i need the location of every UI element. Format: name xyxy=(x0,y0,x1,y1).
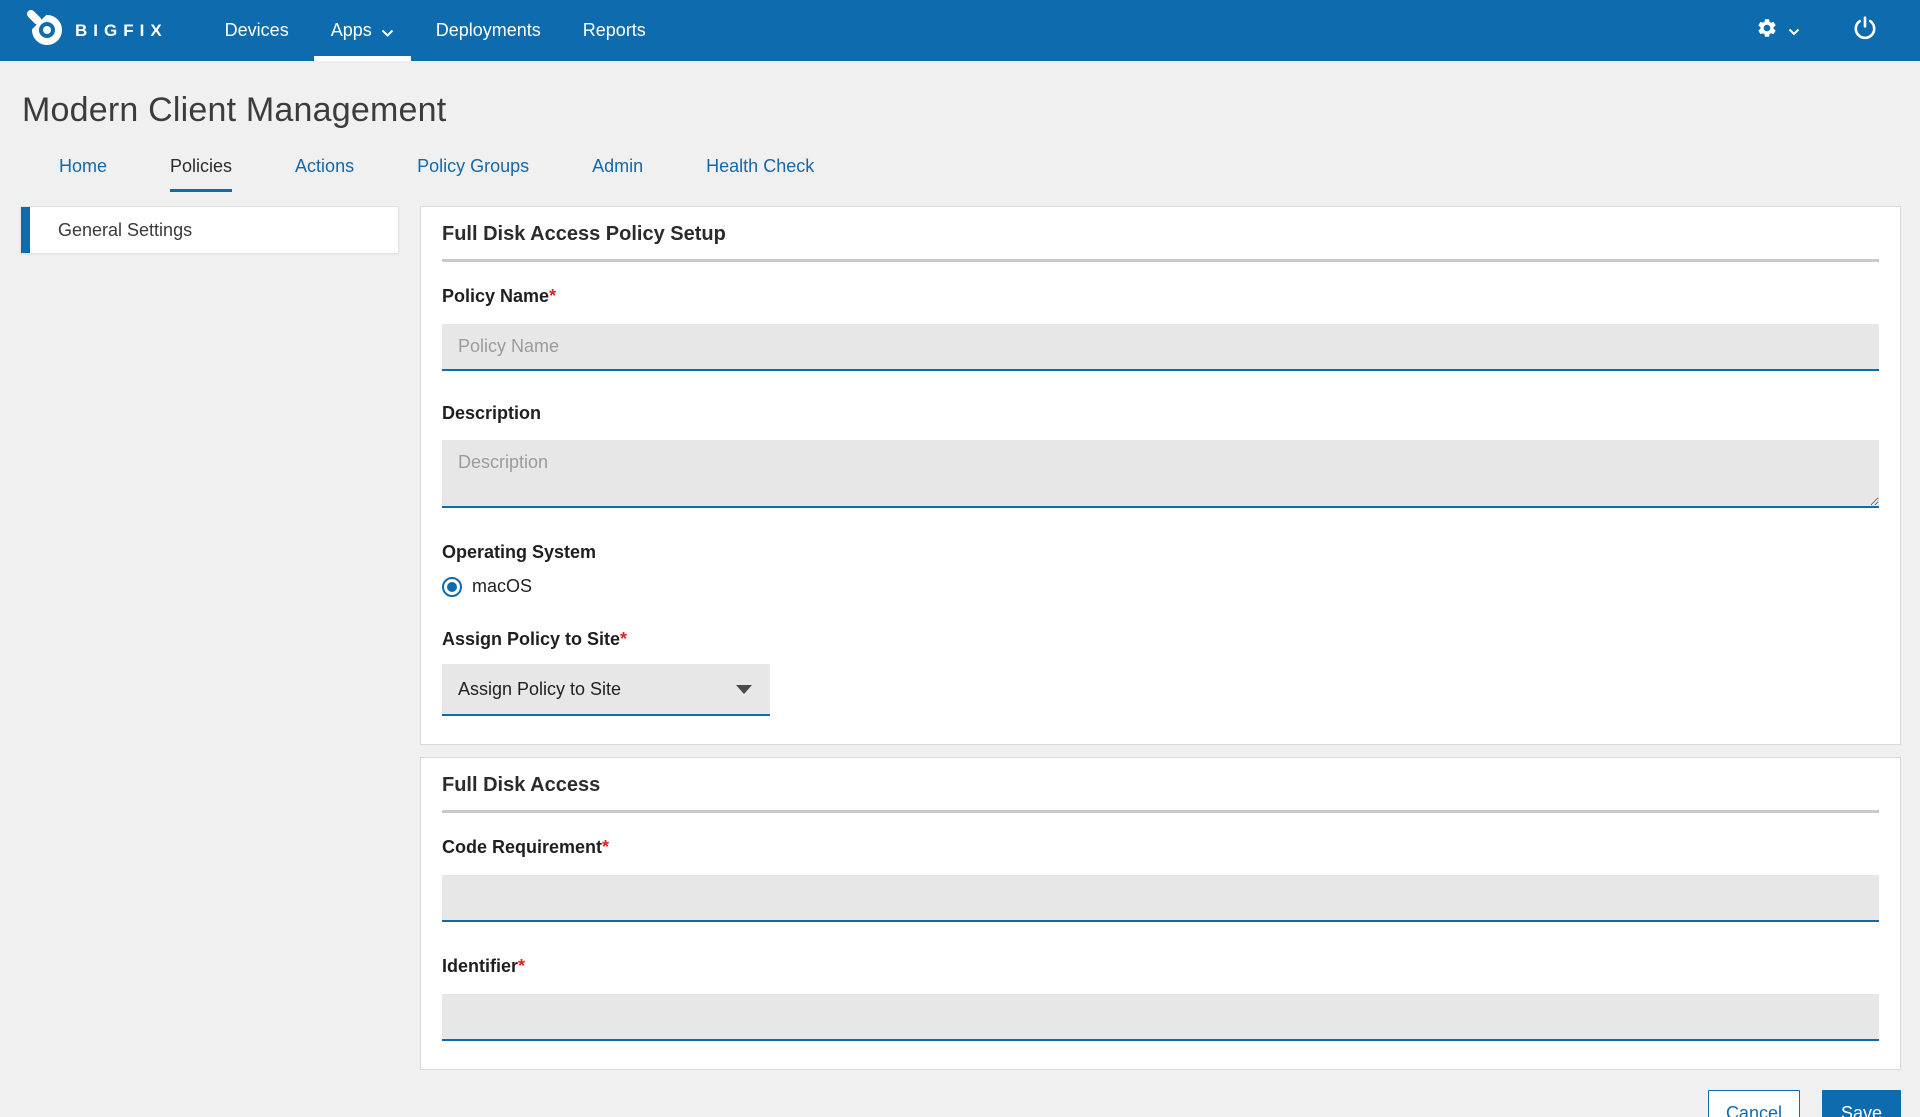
required-asterisk: * xyxy=(602,837,609,857)
active-indicator-bar xyxy=(21,207,30,253)
chevron-down-icon xyxy=(381,22,394,43)
caret-down-icon xyxy=(736,685,752,694)
nav-item-apps[interactable]: Apps xyxy=(310,0,415,61)
tab-policies[interactable]: Policies xyxy=(170,156,232,192)
save-button[interactable]: Save xyxy=(1822,1090,1901,1117)
section-title-full-disk-access: Full Disk Access xyxy=(442,774,1879,813)
policy-name-label: Policy Name* xyxy=(442,286,1879,307)
operating-system-label: Operating System xyxy=(442,542,1879,563)
tab-health-check[interactable]: Health Check xyxy=(706,156,814,192)
assign-site-dropdown[interactable]: Assign Policy to Site xyxy=(442,664,770,716)
tab-actions[interactable]: Actions xyxy=(295,156,354,192)
policy-name-input[interactable] xyxy=(442,324,1879,371)
nav-item-label: Devices xyxy=(225,20,289,41)
required-asterisk: * xyxy=(518,956,525,976)
chevron-down-icon xyxy=(1788,23,1800,41)
settings-menu-button[interactable] xyxy=(1756,17,1800,44)
policy-setup-panel: Full Disk Access Policy Setup Policy Nam… xyxy=(420,206,1901,745)
top-navigation-bar: BIGFIX Devices Apps Deployments Reports xyxy=(0,0,1920,61)
required-asterisk: * xyxy=(620,629,627,649)
identifier-label: Identifier* xyxy=(442,956,1879,977)
macos-radio-label: macOS xyxy=(472,576,532,597)
gear-icon xyxy=(1756,17,1778,44)
assign-site-label: Assign Policy to Site* xyxy=(442,629,1879,650)
bigfix-logo-icon xyxy=(26,9,64,52)
nav-item-label: Deployments xyxy=(436,20,541,41)
primary-nav: Devices Apps Deployments Reports xyxy=(204,0,667,61)
macos-radio[interactable] xyxy=(442,577,462,597)
logout-button[interactable] xyxy=(1852,15,1878,46)
code-requirement-input[interactable] xyxy=(442,875,1879,922)
nav-item-deployments[interactable]: Deployments xyxy=(415,0,562,61)
tab-policy-groups[interactable]: Policy Groups xyxy=(417,156,529,192)
nav-item-reports[interactable]: Reports xyxy=(562,0,667,61)
sidebar-item-label: General Settings xyxy=(58,220,192,241)
code-requirement-label: Code Requirement* xyxy=(442,837,1879,858)
nav-item-label: Apps xyxy=(331,20,372,41)
app-tabs: Home Policies Actions Policy Groups Admi… xyxy=(0,156,1920,192)
full-disk-access-panel: Full Disk Access Code Requirement* Ident… xyxy=(420,757,1901,1070)
nav-item-label: Reports xyxy=(583,20,646,41)
tab-home[interactable]: Home xyxy=(59,156,107,192)
page-title: Modern Client Management xyxy=(0,61,1920,130)
power-icon xyxy=(1852,15,1878,46)
brand-name: BIGFIX xyxy=(75,21,168,41)
settings-sidebar: General Settings xyxy=(20,206,399,254)
description-textarea[interactable] xyxy=(442,440,1879,508)
bigfix-logo[interactable]: BIGFIX xyxy=(0,0,204,61)
content-area: General Settings Full Disk Access Policy… xyxy=(0,192,1920,1117)
required-asterisk: * xyxy=(549,286,556,306)
cancel-button[interactable]: Cancel xyxy=(1708,1090,1800,1117)
description-label: Description xyxy=(442,403,1879,424)
operating-system-options: macOS xyxy=(442,576,1879,597)
section-title-policy-setup: Full Disk Access Policy Setup xyxy=(442,223,1879,262)
dropdown-selected-value: Assign Policy to Site xyxy=(458,679,621,700)
sidebar-item-general-settings[interactable]: General Settings xyxy=(20,206,399,254)
topbar-right-controls xyxy=(1756,0,1920,61)
form-column: Full Disk Access Policy Setup Policy Nam… xyxy=(420,206,1901,1117)
form-footer-actions: Cancel Save xyxy=(420,1090,1901,1117)
nav-item-devices[interactable]: Devices xyxy=(204,0,310,61)
identifier-input[interactable] xyxy=(442,994,1879,1041)
tab-admin[interactable]: Admin xyxy=(592,156,643,192)
